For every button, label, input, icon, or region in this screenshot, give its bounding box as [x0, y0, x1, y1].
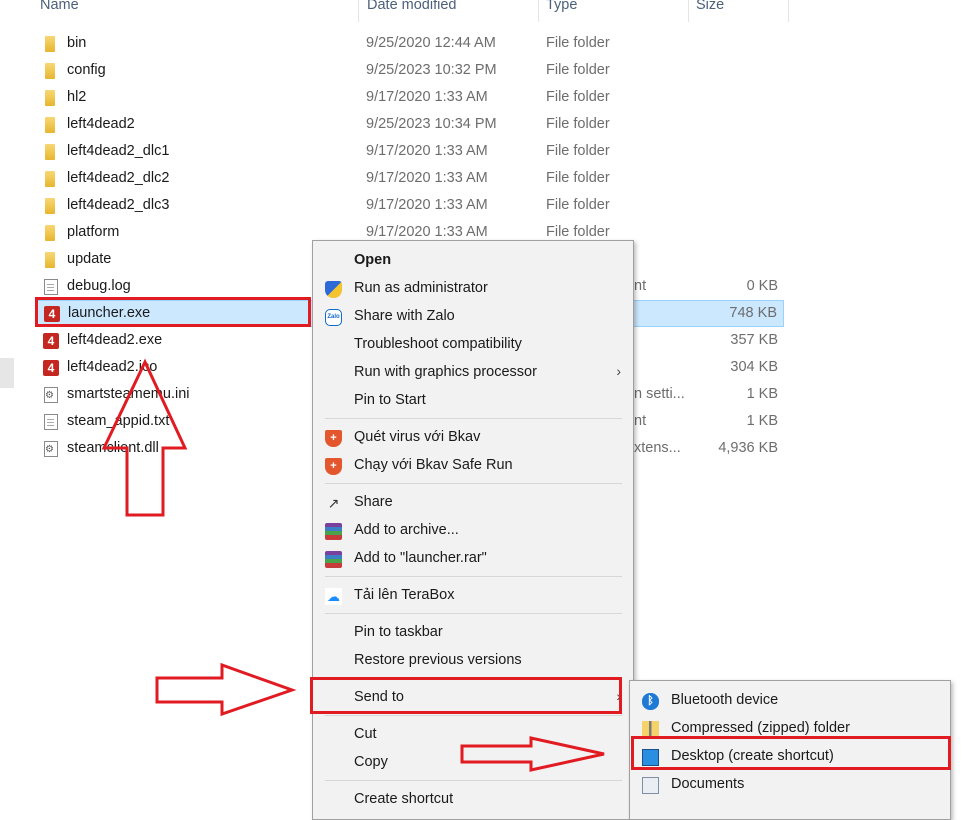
arrow-right-desktop: [460, 736, 605, 772]
annotation-arrows: [101, 358, 605, 772]
arrow-up: [101, 358, 188, 517]
arrow-right-send-to: [155, 662, 297, 717]
